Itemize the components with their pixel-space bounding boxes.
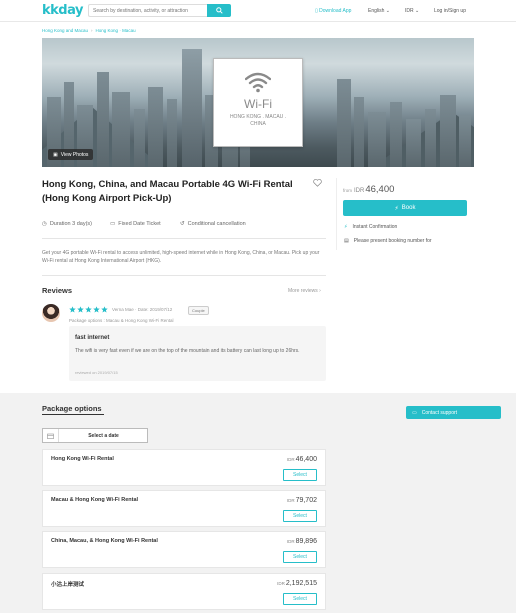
reviews-title: Reviews: [42, 286, 73, 295]
chat-icon: ▭: [412, 409, 417, 416]
package-name: Hong Kong Wi-Fi Rental: [51, 456, 114, 462]
search-button[interactable]: [207, 4, 231, 17]
package-price: IDR2,192,515: [277, 580, 317, 587]
wifi-icon: [245, 72, 271, 93]
price-value: IDR46,400: [354, 184, 395, 195]
kkday-logo[interactable]: kkday: [42, 3, 83, 18]
building-shape: [167, 99, 177, 167]
building-shape: [148, 87, 163, 167]
duration-info: ◷ Duration 3 day(s): [42, 221, 92, 227]
package-card: Hong Kong Wi-Fi Rental IDR46,400 Select: [42, 449, 326, 486]
heart-icon[interactable]: [313, 179, 322, 187]
building-shape: [354, 97, 364, 167]
avatar: [42, 304, 60, 322]
package-card: China, Macau, & Hong Kong Wi-Fi Rental I…: [42, 531, 326, 568]
review-body: The wifi is very fast even if we are on …: [75, 348, 300, 354]
wifi-subtitle: HONG KONG . MACAU . CHINA: [229, 114, 287, 127]
traveler-type-badge: Couple: [188, 306, 209, 315]
top-header: kkday ▯ Download App English ⌄ IDR ⌄ Log…: [0, 0, 516, 22]
star-icon: [85, 306, 92, 313]
ticket-icon: ▭: [110, 221, 116, 227]
currency-selector[interactable]: IDR ⌄: [405, 8, 419, 14]
ticket-type-info: ▭ Fixed Date Ticket: [110, 221, 161, 227]
review-title: fast internet: [75, 335, 110, 341]
building-shape: [440, 95, 456, 167]
cancellation-info: ↺ Conditional cancellation: [180, 221, 246, 227]
package-name: China, Macau, & Hong Kong Wi-Fi Rental: [51, 538, 158, 544]
book-button[interactable]: ⚡ Book: [343, 200, 467, 216]
divider: [42, 238, 326, 239]
building-shape: [134, 109, 145, 167]
product-title: Hong Kong, China, and Macau Portable 4G …: [42, 179, 293, 204]
package-options-title: Package options: [42, 404, 102, 413]
breadcrumb-item[interactable]: Hong Kong · Macau: [96, 28, 136, 33]
building-shape: [390, 102, 402, 167]
refresh-icon: ↺: [180, 221, 185, 227]
chevron-down-icon: ⌄: [385, 8, 390, 14]
instant-confirmation: ⚡ Instant Confirmation: [344, 224, 398, 230]
price-from-label: from: [343, 188, 352, 193]
building-shape: [97, 72, 109, 167]
document-icon: ▤: [344, 238, 349, 244]
building-shape: [337, 79, 351, 167]
building-shape: [182, 49, 202, 167]
reviewer-info: Verna Mae · Date: 2019/07/12: [112, 307, 173, 312]
star-icon: [93, 306, 100, 313]
select-package-button[interactable]: Select: [283, 551, 317, 563]
photo-icon: ▣: [53, 151, 58, 158]
lightning-icon: ⚡: [394, 205, 399, 212]
package-card: 小沽上岸测试 IDR2,192,515 Select: [42, 573, 326, 610]
rating-stars: [69, 306, 108, 313]
package-name: Macau & Hong Kong Wi-Fi Rental: [51, 497, 139, 503]
title-underline: [42, 414, 104, 415]
more-reviews-link[interactable]: More reviews ›: [288, 288, 321, 294]
calendar-icon: [43, 429, 59, 442]
package-price: IDR79,702: [286, 497, 317, 504]
lightning-icon: ⚡: [344, 224, 348, 230]
package-price: IDR89,896: [286, 538, 317, 545]
clock-icon: ◷: [42, 221, 47, 227]
package-name: 小沽上岸测试: [51, 582, 85, 588]
review-package-option: Package options : Macau & Hong Kong Wi-F…: [69, 318, 174, 323]
chevron-right-icon: ›: [91, 28, 93, 33]
login-link[interactable]: Log in/Sign up: [434, 8, 466, 14]
booking-note: ▤ Please present booking number for: [344, 238, 432, 244]
review-date: reviewed on 2019/07/15: [75, 370, 118, 375]
phone-icon: ▯: [315, 8, 318, 14]
search-input[interactable]: [88, 4, 207, 17]
wifi-title: Wi-Fi: [244, 97, 272, 111]
building-shape: [112, 92, 130, 167]
package-price: IDR46,400: [286, 456, 317, 463]
download-app-link[interactable]: ▯ Download App: [315, 8, 351, 14]
select-package-button[interactable]: Select: [283, 469, 317, 481]
building-shape: [406, 119, 421, 167]
package-card: Macau & Hong Kong Wi-Fi Rental IDR79,702…: [42, 490, 326, 527]
date-picker[interactable]: Select a date: [42, 428, 148, 443]
view-photos-button[interactable]: ▣ View Photos: [48, 149, 94, 160]
breadcrumb-item[interactable]: Hong Kong and Macau: [42, 28, 88, 33]
building-shape: [425, 109, 436, 167]
select-package-button[interactable]: Select: [283, 593, 317, 605]
product-description: Get your 4G portable Wi-Fi rental to acc…: [42, 250, 320, 264]
breadcrumb: Hong Kong and Macau › Hong Kong · Macau: [42, 28, 136, 33]
wifi-card-graphic: Wi-Fi HONG KONG . MACAU . CHINA: [213, 58, 303, 147]
star-icon: [69, 306, 76, 313]
star-icon: [101, 306, 108, 313]
search-icon: [215, 7, 223, 14]
contact-support-button[interactable]: ▭ Contact support: [406, 406, 501, 419]
star-icon: [77, 306, 84, 313]
building-shape: [368, 112, 386, 167]
divider: [42, 275, 326, 276]
building-shape: [459, 115, 471, 167]
language-selector[interactable]: English ⌄: [368, 8, 390, 14]
select-package-button[interactable]: Select: [283, 510, 317, 522]
chevron-down-icon: ⌄: [415, 8, 420, 14]
